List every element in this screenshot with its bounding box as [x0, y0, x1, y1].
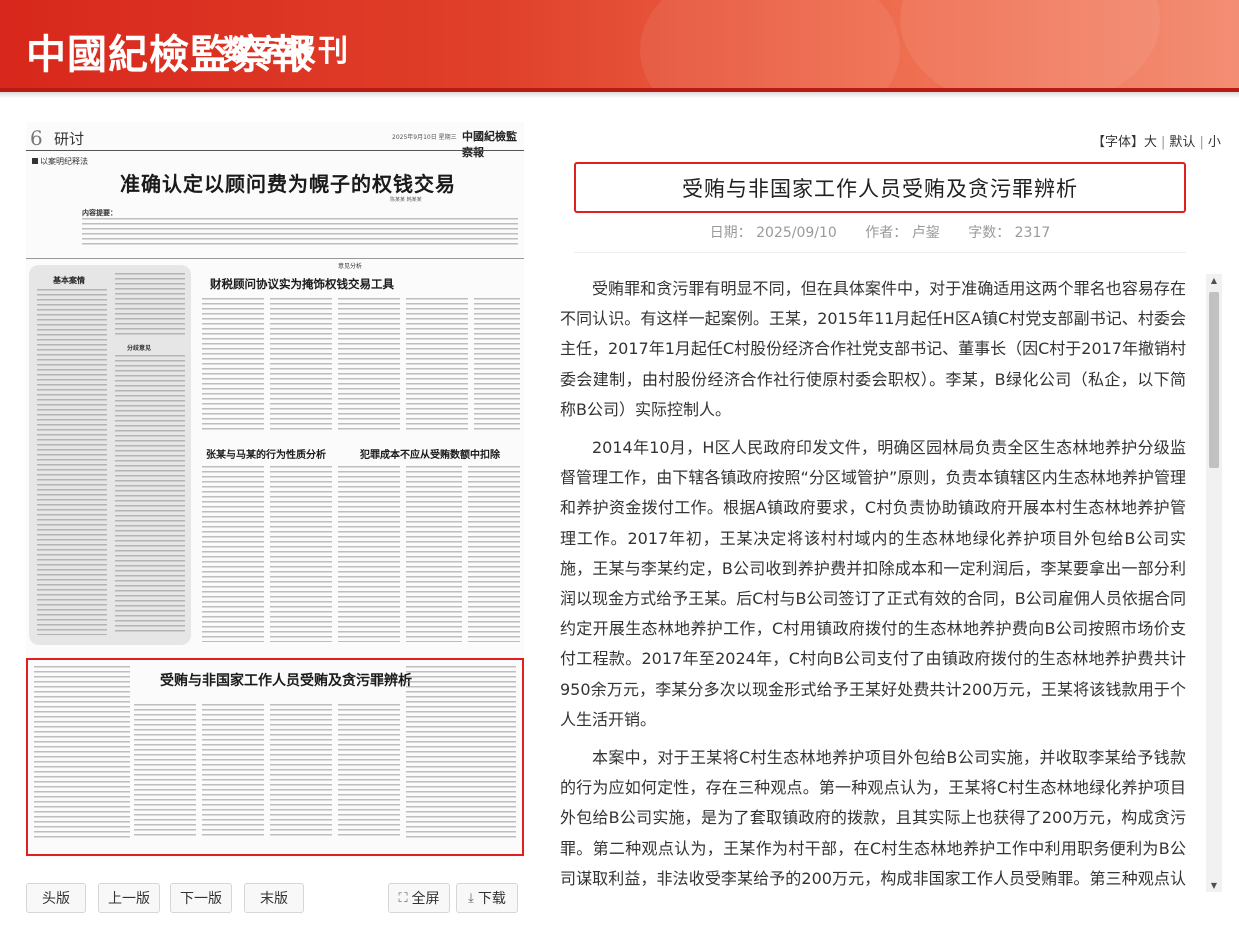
scrollbar-thumb[interactable] [1209, 292, 1219, 468]
font-small-option[interactable]: 小 [1208, 135, 1221, 150]
page-date: 2025年9月10日 星期三 [392, 134, 457, 141]
page-column: 研讨 [54, 130, 85, 148]
brand-subtitle: 数字报刊 [222, 34, 350, 69]
article-paragraph: 2014年10月，H区人民政府印发文件，明确区园林局负责全区生态林地养护分级监督… [560, 438, 1186, 729]
body-column [468, 466, 520, 642]
opinion-kicker: 意见分析 [338, 263, 363, 270]
header-decoration [640, 0, 900, 92]
case-facts-box: 基本案情 分歧意见 [29, 265, 191, 645]
body-column [270, 466, 332, 642]
header-shadow [0, 92, 1239, 98]
case-facts-text [115, 273, 185, 337]
article-box-title: 受贿与非国家工作人员受贿及贪污罪辨析 [160, 673, 412, 689]
page-byline: 陈某某 韩某某 [390, 197, 422, 203]
font-size-control: 【字体】大 | 默认 | 小 [1092, 131, 1221, 150]
font-default-option[interactable]: 默认 [1169, 135, 1195, 150]
fullscreen-icon: ⛶ [398, 890, 408, 906]
first-page-button[interactable]: 头版 [26, 883, 86, 913]
article-text-column [202, 704, 264, 838]
page-rule [26, 150, 524, 151]
divergence-title: 分歧意见 [127, 345, 152, 352]
page-number: 6 [30, 126, 43, 150]
article-text-column [338, 704, 400, 838]
font-label: 【字体】 [1092, 135, 1145, 150]
next-page-button[interactable]: 下一版 [170, 883, 232, 913]
body-column [406, 298, 468, 430]
subheading-2: 张某与马某的行为性质分析 [206, 450, 326, 461]
page-section: 以案明纪释法 [32, 156, 88, 167]
article-title-box: 受贿与非国家工作人员受贿及贪污罪辨析 [574, 162, 1186, 213]
body-column [474, 298, 520, 430]
article-paragraph: 受贿罪和贪污罪有明显不同，但在具体案件中，对于准确适用这两个罪名也容易存在不同认… [560, 279, 1186, 419]
subheading-1: 财税顾问协议实为掩饰权钱交易工具 [210, 277, 394, 291]
case-facts-title: 基本案情 [53, 276, 85, 285]
article-date: 日期： 2025/09/10 [709, 225, 837, 241]
body-column [338, 298, 400, 430]
site-header: 中國紀檢監察報 数字报刊 [0, 0, 1239, 92]
article-text-column [406, 666, 516, 838]
article-paragraph: 本案中，对于王某将C村生态林地养护项目外包给B公司实施，并收取李某给予钱款的行为… [560, 748, 1186, 888]
download-icon: ⤓ [468, 890, 474, 906]
article-text-column [134, 704, 196, 838]
body-column [270, 298, 332, 430]
font-large-option[interactable]: 大 [1144, 135, 1157, 150]
body-column [202, 466, 264, 642]
fullscreen-label: 全屏 [411, 891, 440, 907]
article-title: 受贿与非国家工作人员受贿及贪污罪辨析 [682, 176, 1078, 201]
article-text-column [34, 666, 130, 838]
article-word-count: 字数： 2317 [968, 225, 1051, 241]
body-column [202, 298, 264, 430]
last-page-button[interactable]: 末版 [244, 883, 304, 913]
fullscreen-button[interactable]: ⛶ 全屏 [388, 883, 450, 913]
font-separator: | [1199, 135, 1204, 150]
download-label: 下载 [477, 891, 506, 907]
article-text-column [270, 704, 332, 838]
divergence-text [115, 355, 185, 635]
prev-page-button[interactable]: 上一版 [98, 883, 160, 913]
download-button[interactable]: ⤓ 下载 [456, 883, 518, 913]
font-separator: | [1161, 135, 1166, 150]
scroll-down-arrow-icon[interactable]: ▼ [1206, 881, 1222, 890]
selected-article-region[interactable]: 受贿与非国家工作人员受贿及贪污罪辨析 [26, 658, 524, 856]
section-rule [26, 258, 524, 259]
article-scrollbar[interactable]: ▲ ▼ [1206, 274, 1222, 892]
article-author: 作者： 卢鋆 [865, 225, 940, 241]
article-meta: 日期： 2025/09/10 作者： 卢鋆 字数： 2317 [574, 222, 1186, 242]
meta-divider [574, 252, 1186, 253]
abstract-text-block [82, 218, 518, 248]
body-column [338, 466, 400, 642]
case-facts-text [37, 289, 107, 635]
page-headline[interactable]: 准确认定以顾问费为幌子的权钱交易 [88, 168, 488, 197]
scroll-up-arrow-icon[interactable]: ▲ [1206, 276, 1222, 285]
newspaper-page[interactable]: 6 研讨 2025年9月10日 星期三 中國紀檢監察報 以案明纪释法 准确认定以… [26, 122, 524, 858]
header-decoration [900, 0, 1160, 92]
subheading-3: 犯罪成本不应从受贿数额中扣除 [360, 450, 500, 461]
abstract-label: 内容提要： [82, 209, 117, 217]
body-column [406, 466, 462, 642]
article-body[interactable]: 受贿罪和贪污罪有明显不同，但在具体案件中，对于准确适用这两个罪名也容易存在不同认… [560, 274, 1192, 892]
page-logo: 中國紀檢監察報 [462, 130, 517, 159]
